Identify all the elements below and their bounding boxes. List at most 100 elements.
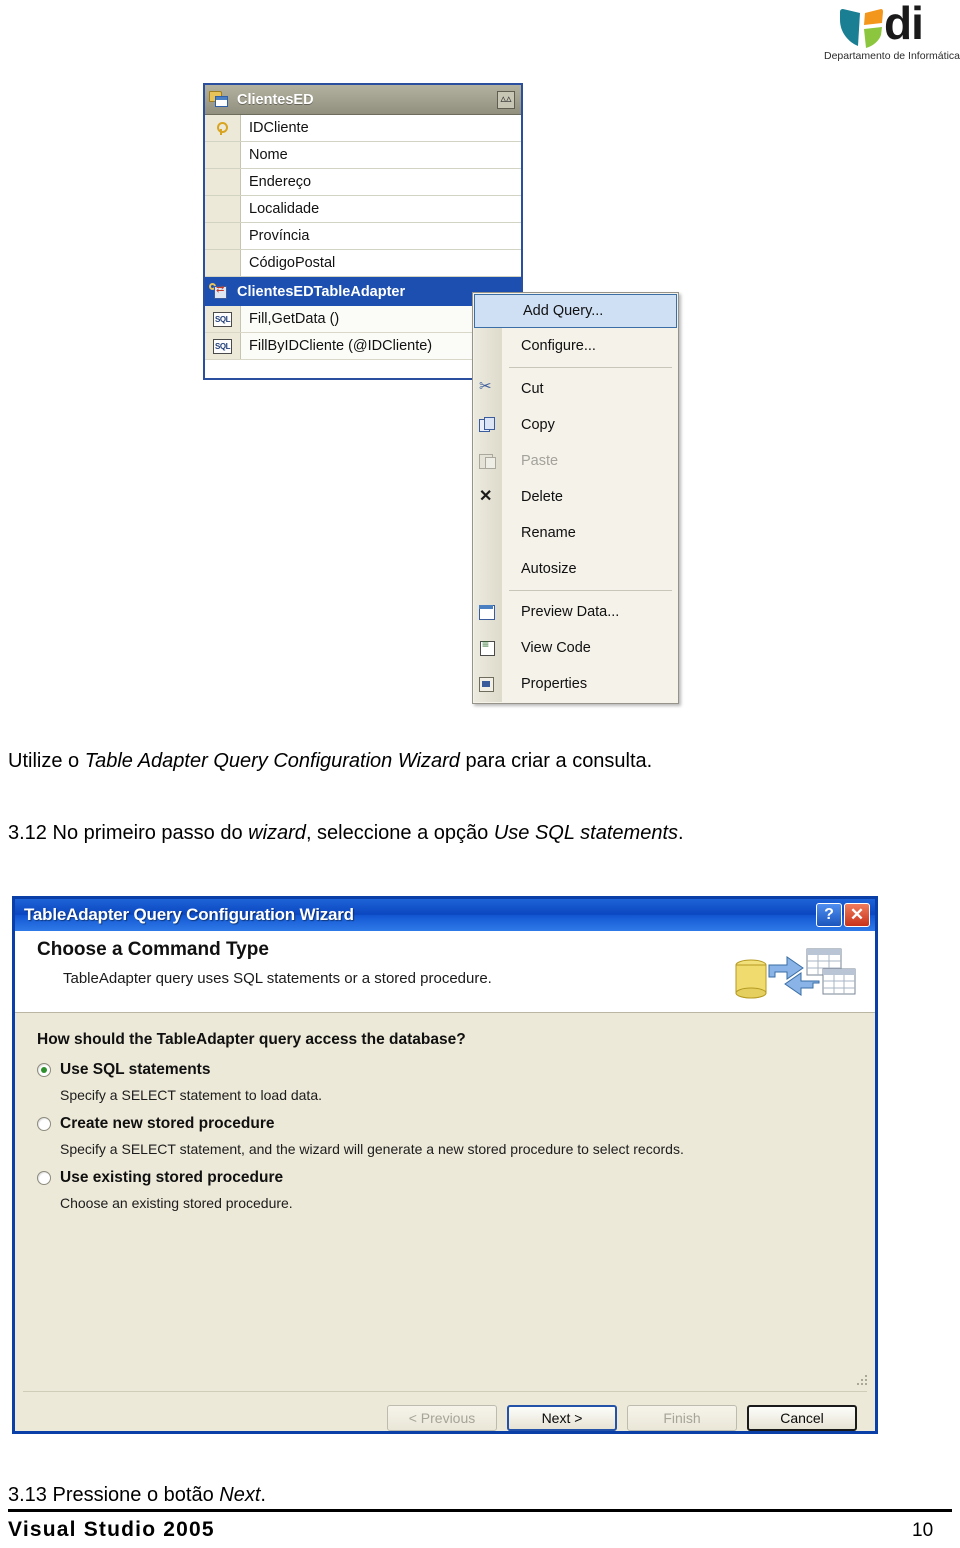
step-italic-next: Next	[219, 1484, 261, 1506]
radio-label: Use SQL statements	[60, 1061, 211, 1078]
menu-separator	[509, 590, 672, 591]
step-italic-wizard: wizard	[248, 822, 306, 844]
radio-option-use-sql-statements[interactable]: Use SQL statements	[37, 1061, 875, 1079]
menu-item-delete[interactable]: Delete	[473, 479, 678, 515]
dialog-body: How should the TableAdapter query access…	[15, 1013, 875, 1391]
row-gutter: SQL	[205, 333, 241, 359]
field-name: Nome	[249, 147, 288, 163]
close-icon[interactable]: ✕	[844, 903, 870, 927]
primary-key-icon	[216, 121, 229, 135]
table-row[interactable]: Endereço	[205, 169, 521, 196]
menu-item-configure[interactable]: Configure...	[473, 328, 678, 364]
cancel-button[interactable]: Cancel	[747, 1405, 857, 1431]
logo-wordmark: di	[884, 0, 924, 49]
menu-item-label: Autosize	[521, 561, 577, 577]
dialog-header: Choose a Command Type TableAdapter query…	[15, 931, 875, 1013]
properties-icon	[473, 676, 501, 692]
row-gutter	[205, 115, 241, 141]
step-text-b: , seleccione a opção	[305, 822, 494, 844]
tableadapter-query-configuration-wizard-dialog: TableAdapter Query Configuration Wizard …	[12, 896, 878, 1434]
help-icon[interactable]: ?	[816, 903, 842, 927]
table-header[interactable]: ClientesED ▵▵	[205, 85, 521, 115]
radio-button[interactable]	[37, 1063, 51, 1077]
radio-label: Create new stored procedure	[60, 1115, 275, 1132]
intro-italic: Table Adapter Query Configuration Wizard	[84, 750, 460, 772]
page-number: 10	[912, 1520, 934, 1541]
row-gutter	[205, 250, 241, 276]
department-logo: di Departamento de Informática	[800, 0, 960, 66]
step-text-c: .	[678, 822, 684, 844]
radio-button[interactable]	[37, 1171, 51, 1185]
row-gutter	[205, 169, 241, 195]
step-number: 3.12	[8, 822, 47, 844]
footer-title: Visual Studio 2005	[8, 1518, 215, 1541]
menu-item-properties[interactable]: Properties	[473, 666, 678, 702]
field-name: Província	[249, 228, 310, 244]
menu-item-label: View Code	[521, 640, 591, 656]
question-label: How should the TableAdapter query access…	[37, 1031, 466, 1048]
step-text-a: No primeiro passo do	[46, 822, 249, 844]
chevron-double-up-icon[interactable]: ▵▵	[497, 90, 515, 109]
footer-divider	[23, 1391, 867, 1392]
row-gutter	[205, 196, 241, 222]
menu-item-autosize[interactable]: Autosize	[473, 551, 678, 587]
table-icon	[209, 91, 229, 108]
menu-item-label: Paste	[521, 453, 559, 469]
table-row[interactable]: Localidade	[205, 196, 521, 223]
field-name: IDCliente	[249, 120, 309, 136]
radio-description: Specify a SELECT statement to load data.	[60, 1087, 323, 1103]
menu-item-label: Cut	[521, 381, 544, 397]
menu-item-copy[interactable]: Copy	[473, 407, 678, 443]
field-name: Localidade	[249, 201, 320, 217]
table-row[interactable]: IDCliente	[205, 115, 521, 142]
menu-item-label: Delete	[521, 489, 563, 505]
row-gutter: SQL	[205, 306, 241, 332]
row-gutter	[205, 223, 241, 249]
radio-button[interactable]	[37, 1117, 51, 1131]
menu-item-label: Add Query...	[523, 303, 604, 319]
step-italic-option: Use SQL statements	[493, 822, 679, 844]
step-number: 3.13	[8, 1484, 47, 1506]
footer-button-row: < Previous Next > Finish Cancel	[387, 1405, 857, 1431]
dialog-title-bar[interactable]: TableAdapter Query Configuration Wizard …	[15, 899, 875, 931]
step-text-c: .	[260, 1484, 266, 1506]
finish-button: Finish	[627, 1405, 737, 1431]
cut-icon	[473, 377, 501, 397]
previous-button: < Previous	[387, 1405, 497, 1431]
menu-separator	[509, 367, 672, 368]
paragraph-step-3-12: 3.12 No primeiro passo do wizard, selecc…	[8, 822, 684, 845]
radio-option-use-existing-stored-procedure[interactable]: Use existing stored procedure	[37, 1169, 875, 1187]
logo-mark-icon	[838, 6, 884, 50]
resize-grip[interactable]	[857, 1375, 869, 1387]
menu-item-view-code[interactable]: View Code	[473, 630, 678, 666]
next-button[interactable]: Next >	[507, 1405, 617, 1431]
menu-item-label: Properties	[521, 676, 588, 692]
intro-prefix: Utilize o	[8, 750, 85, 772]
dialog-title: TableAdapter Query Configuration Wizard	[24, 905, 354, 924]
table-row[interactable]: Província	[205, 223, 521, 250]
step-text-a: Pressione o botão	[46, 1484, 220, 1506]
copy-icon	[473, 417, 501, 433]
menu-item-label: Copy	[521, 417, 555, 433]
intro-suffix: para criar a consulta.	[459, 750, 653, 772]
paragraph-step-3-13: 3.13 Pressione o botão Next.	[8, 1484, 266, 1507]
paste-icon	[473, 453, 501, 469]
menu-item-label: Configure...	[521, 338, 596, 354]
radio-option-create-new-stored-procedure[interactable]: Create new stored procedure	[37, 1115, 875, 1133]
menu-item-label: Rename	[521, 525, 576, 541]
table-row[interactable]: Nome	[205, 142, 521, 169]
paragraph-intro: Utilize o Table Adapter Query Configurat…	[8, 750, 652, 773]
field-name: CódigoPostal	[249, 255, 336, 271]
sql-icon: SQL	[213, 311, 232, 327]
radio-description: Choose an existing stored procedure.	[60, 1195, 293, 1211]
menu-item-rename[interactable]: Rename	[473, 515, 678, 551]
table-row[interactable]: CódigoPostal	[205, 250, 521, 277]
radio-label: Use existing stored procedure	[60, 1169, 284, 1186]
menu-item-add-query[interactable]: Add Query...	[474, 294, 677, 328]
menu-item-preview-data[interactable]: Preview Data...	[473, 594, 678, 630]
menu-item-cut[interactable]: Cut	[473, 371, 678, 407]
radio-description: Specify a SELECT statement, and the wiza…	[60, 1141, 684, 1157]
adapter-method-name: FillByIDCliente (@IDCliente)	[249, 338, 433, 354]
preview-data-icon	[473, 604, 501, 620]
context-menu: Add Query... Configure... Cut Copy Paste…	[472, 292, 679, 704]
